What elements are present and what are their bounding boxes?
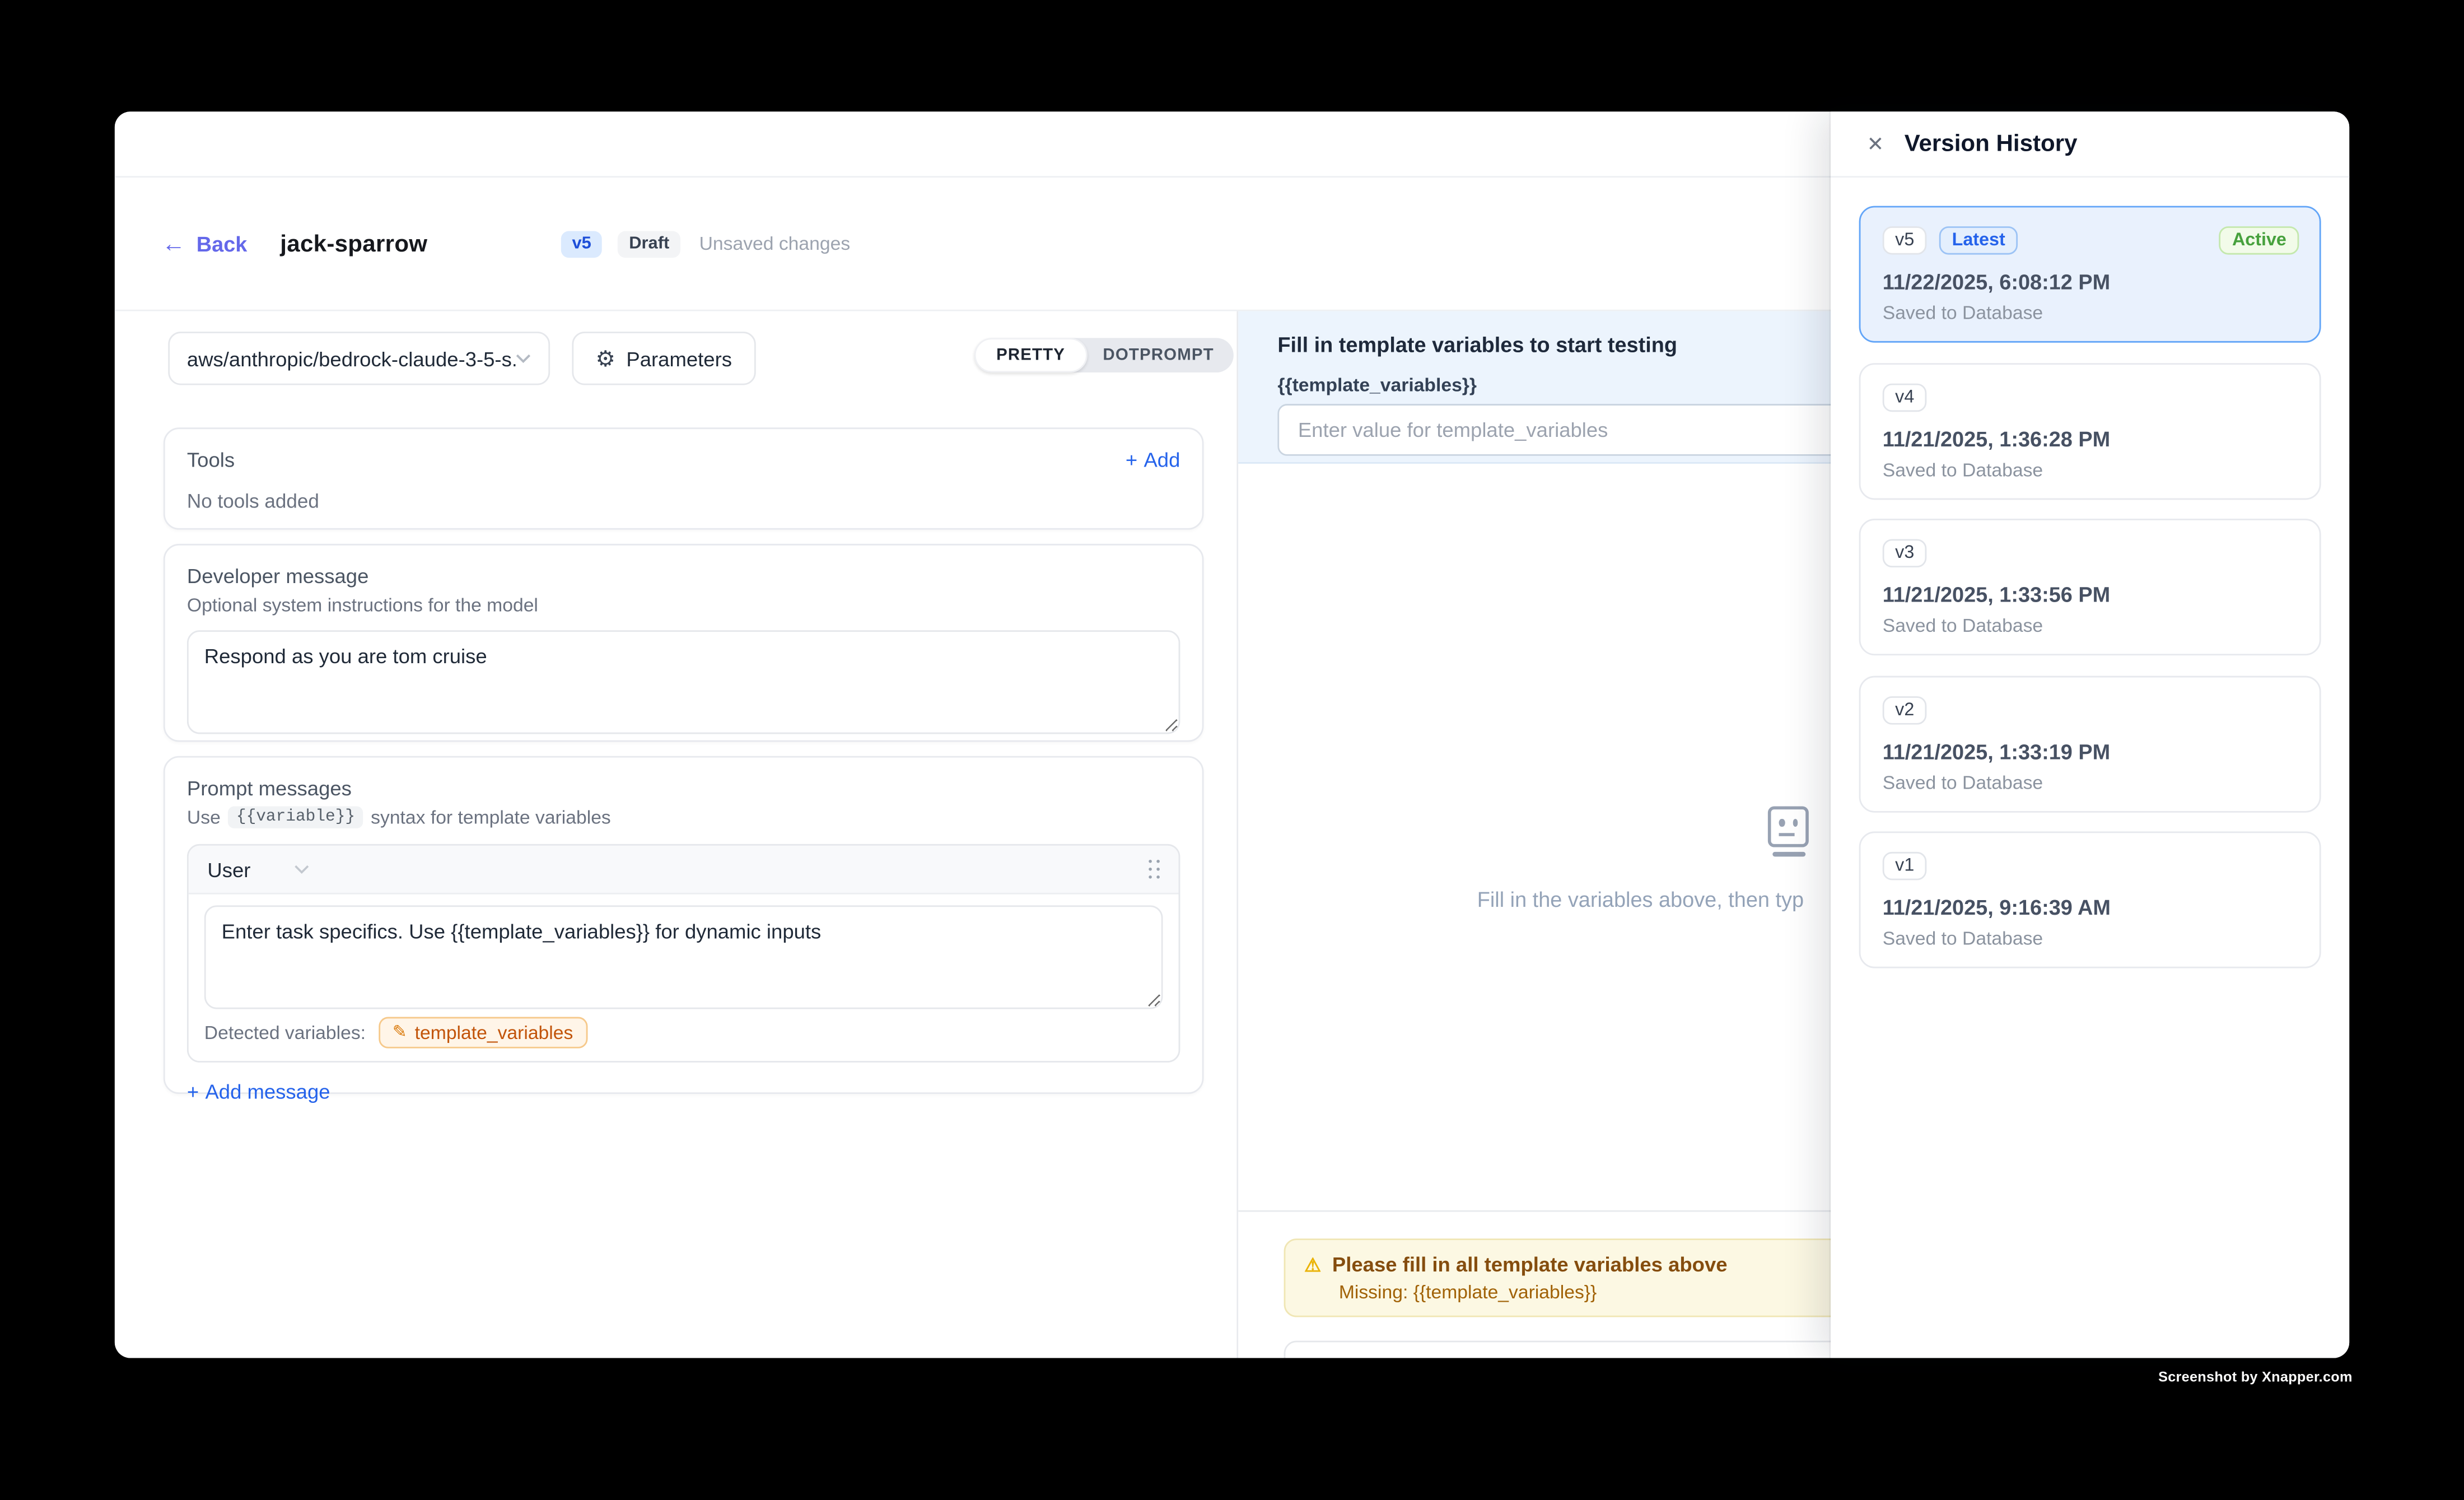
warning-icon: ⚠ [1304, 1255, 1321, 1274]
version-card-v3[interactable]: v3 11/21/2025, 1:33:56 PM Saved to Datab… [1859, 519, 2321, 655]
version-saved-text: Saved to Database [1883, 458, 2298, 480]
format-toggle: PRETTY DOTPROMPT [974, 338, 1233, 372]
toggle-pretty[interactable]: PRETTY [974, 338, 1088, 372]
add-tool-label: Add [1144, 448, 1180, 472]
version-saved-text: Saved to Database [1883, 928, 2298, 949]
message-block: User Enter task specifics. Use {{templat… [187, 844, 1180, 1063]
role-select[interactable]: User [207, 858, 310, 881]
parameters-button[interactable]: ⚙ Parameters [572, 332, 755, 385]
message-header: User [189, 846, 1179, 895]
version-history-title: Version History [1905, 131, 2078, 157]
model-select[interactable]: aws/anthropic/bedrock-claude-3-5-s... [168, 332, 550, 385]
latest-badge: Latest [1939, 226, 2018, 255]
template-variable-name: template_variables [415, 1022, 573, 1044]
active-status-badge: Active [2220, 226, 2299, 255]
draft-badge: Draft [618, 230, 680, 257]
version-card-v2[interactable]: v2 11/21/2025, 1:33:19 PM Saved to Datab… [1859, 675, 2321, 812]
version-number-badge: v1 [1883, 852, 1927, 881]
developer-message-title: Developer message [187, 564, 1180, 588]
page-title: jack-sparrow [280, 230, 427, 257]
model-select-value: aws/anthropic/bedrock-claude-3-5-s... [187, 347, 515, 370]
developer-message-card: Developer message Optional system instru… [164, 544, 1204, 742]
version-number-badge: v3 [1883, 539, 1927, 567]
version-card-v4[interactable]: v4 11/21/2025, 1:36:28 PM Saved to Datab… [1859, 362, 2321, 499]
chevron-down-icon [295, 864, 310, 874]
version-number-badge: v5 [1883, 226, 1927, 255]
version-number-badge: v2 [1883, 696, 1927, 724]
tools-card: Tools + Add No tools added [164, 427, 1204, 529]
watermark-text: Screenshot by Xnapper.com [2158, 1369, 2353, 1385]
prompt-messages-card: Prompt messages Use {{variable}} syntax … [164, 756, 1204, 1094]
parameters-label: Parameters [626, 347, 732, 370]
role-select-value: User [207, 858, 250, 881]
tools-title: Tools [187, 448, 235, 472]
version-card-v5[interactable]: v5 Latest Active 11/22/2025, 6:08:12 PM … [1859, 206, 2321, 343]
pencil-icon: ✎ [393, 1024, 407, 1041]
version-card-v1[interactable]: v1 11/21/2025, 9:16:39 AM Saved to Datab… [1859, 831, 2321, 968]
add-message-button[interactable]: + Add message [187, 1080, 330, 1103]
chevron-down-icon [515, 353, 531, 363]
version-timestamp: 11/21/2025, 1:36:28 PM [1883, 427, 2298, 450]
prompt-messages-title: Prompt messages [187, 776, 1180, 800]
add-tool-button[interactable]: + Add [1126, 448, 1180, 472]
tools-empty-text: No tools added [187, 491, 1180, 513]
message-textarea[interactable]: Enter task specifics. Use {{template_var… [204, 905, 1163, 1009]
prompt-messages-subtitle: Use {{variable}} syntax for template var… [187, 807, 1180, 828]
version-saved-text: Saved to Database [1883, 771, 2298, 793]
back-label: Back [197, 232, 248, 255]
editor-column: aws/anthropic/bedrock-claude-3-5-s... ⚙ … [115, 311, 1238, 1359]
detected-variables-row: Detected variables: ✎ template_variables [204, 1017, 1163, 1054]
version-badge: v5 [561, 230, 603, 257]
gear-icon: ⚙ [596, 347, 615, 369]
unsaved-changes-text: Unsaved changes [699, 232, 851, 254]
drag-handle-icon[interactable] [1148, 859, 1160, 879]
version-list: v5 Latest Active 11/22/2025, 6:08:12 PM … [1831, 178, 2349, 1016]
back-arrow-icon: ← [162, 232, 185, 255]
subtitle-prefix: Use [187, 807, 221, 828]
version-number-badge: v4 [1883, 383, 1927, 411]
message-body: Enter task specifics. Use {{template_var… [189, 895, 1179, 1061]
version-timestamp: 11/21/2025, 1:33:56 PM [1883, 583, 2298, 607]
add-message-label: Add message [205, 1080, 330, 1103]
close-icon[interactable]: ✕ [1867, 134, 1884, 154]
version-history-header: ✕ Version History [1831, 111, 2349, 178]
plus-icon: + [187, 1080, 199, 1103]
variable-syntax-chip: {{variable}} [228, 807, 363, 828]
version-saved-text: Saved to Database [1883, 302, 2298, 324]
detected-variables-label: Detected variables: [204, 1022, 366, 1044]
version-timestamp: 11/21/2025, 1:33:19 PM [1883, 739, 2298, 763]
version-history-panel: ✕ Version History v5 Latest Active 11/22… [1831, 111, 2349, 1358]
subtitle-suffix: syntax for template variables [371, 807, 611, 828]
version-timestamp: 11/21/2025, 9:16:39 AM [1883, 896, 2298, 919]
robot-icon [1768, 807, 1809, 857]
back-button[interactable]: ← Back [162, 232, 247, 255]
developer-message-textarea[interactable]: Respond as you are tom cruise [187, 630, 1180, 734]
developer-message-subtitle: Optional system instructions for the mod… [187, 594, 1180, 616]
template-variable-chip[interactable]: ✎ template_variables [379, 1017, 587, 1049]
toggle-dotprompt[interactable]: DOTPROMPT [1087, 341, 1229, 370]
version-saved-text: Saved to Database [1883, 614, 2298, 636]
version-timestamp: 11/22/2025, 6:08:12 PM [1883, 271, 2298, 294]
warning-title-text: Please fill in all template variables ab… [1332, 1252, 1728, 1276]
plus-icon: + [1126, 448, 1137, 472]
screenshot-stage: ← Back jack-sparrow v5 Draft Unsaved cha… [0, 0, 2464, 1500]
empty-state-text: Fill in the variables above, then typ [1477, 888, 1804, 911]
